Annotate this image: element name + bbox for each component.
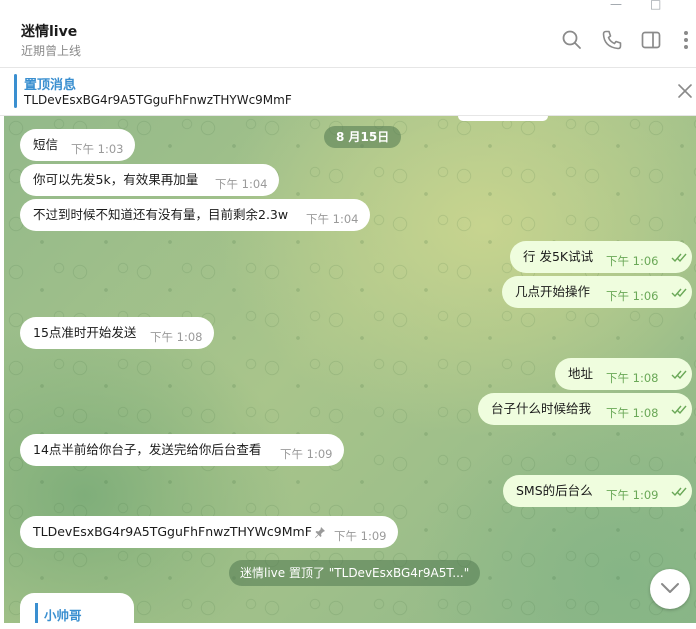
message-text: 行 发5K试试 (523, 249, 594, 264)
window-controls: — □ (0, 0, 696, 12)
message-text: 台子什么时候给我 (491, 401, 592, 416)
more-vertical-icon[interactable] (674, 28, 696, 52)
message-time: 下午 1:06 (606, 254, 659, 268)
chat-header: 迷情live 近期曾上线 (0, 12, 696, 68)
search-icon[interactable] (560, 28, 584, 52)
message-bubble-outgoing[interactable]: 台子什么时候给我 下午 1:08 (478, 393, 692, 425)
message-bubble-incoming[interactable]: 15点准时开始发送 下午 1:08 (20, 317, 214, 349)
message-text: 14点半前给你台子，发送完给你后台查看 (33, 442, 262, 457)
close-icon[interactable] (676, 82, 694, 100)
message-bubble-incoming[interactable]: 你可以先发5k，有效果再加量 下午 1:04 (20, 164, 279, 196)
message-bubble-incoming[interactable]: 短信 下午 1:03 (20, 129, 135, 161)
chat-status: 近期曾上线 (21, 44, 82, 58)
message-bubble-incoming[interactable]: 14点半前给你台子，发送完给你后台查看 下午 1:09 (20, 434, 344, 466)
pinned-text: TLDevEsxBG4r9A5TGguFhFnwzTHYWc9MmF (24, 93, 292, 107)
scroll-to-bottom-button[interactable] (650, 569, 690, 609)
read-ticks-icon (671, 405, 687, 415)
message-bubble-outgoing[interactable]: 行 发5K试试 下午 1:06 (510, 241, 692, 273)
message-bubble-incoming[interactable]: 不过到时候不知道还有没有量，目前剩余2.3w 下午 1:04 (20, 199, 370, 231)
message-time: 下午 1:08 (150, 330, 203, 344)
message-text: 短信 (33, 137, 59, 152)
chat-history[interactable]: 8 月15日 短信 下午 1:03 你可以先发5k，有效果再加量 下午 1:04… (4, 116, 696, 623)
pinned-message-bar[interactable]: 置顶消息 TLDevEsxBG4r9A5TGguFhFnwzTHYWc9MmF (0, 68, 696, 116)
message-text: 几点开始操作 (515, 284, 591, 299)
message-text: 地址 (568, 366, 594, 381)
message-time: 下午 1:09 (334, 529, 387, 543)
maximize-icon[interactable]: □ (650, 0, 661, 11)
read-ticks-icon (671, 253, 687, 263)
pinned-accent-bar (14, 74, 17, 108)
chevron-down-icon (661, 583, 679, 593)
read-ticks-icon (671, 487, 687, 497)
message-time: 下午 1:04 (306, 212, 359, 226)
message-text: 不过到时候不知道还有没有量，目前剩余2.3w (33, 207, 289, 222)
message-text: 你可以先发5k，有效果再加量 (33, 172, 199, 187)
sidebar-toggle-icon[interactable] (639, 28, 663, 52)
message-text: TLDevEsxBG4r9A5TGguFhFnwzTHYWc9MmF (33, 524, 312, 539)
phone-icon[interactable] (600, 28, 624, 52)
message-bubble-incoming[interactable]: TLDevEsxBG4r9A5TGguFhFnwzTHYWc9MmF 下午 1:… (20, 516, 398, 548)
sender-name: 小帅哥 (44, 608, 82, 623)
pinned-label: 置顶消息 (24, 78, 77, 93)
message-text: SMS的后台么 (516, 483, 593, 498)
message-text: 15点准时开始发送 (33, 325, 137, 340)
message-bubble-incoming[interactable]: 小帅哥 (20, 593, 134, 623)
message-time: 下午 1:04 (215, 177, 268, 191)
message-time: 下午 1:03 (71, 142, 124, 156)
message-time: 下午 1:08 (606, 371, 659, 385)
message-time: 下午 1:08 (606, 406, 659, 420)
message-bubble-outgoing[interactable]: 地址 下午 1:08 (555, 358, 692, 390)
message-time: 下午 1:06 (606, 289, 659, 303)
minimize-icon[interactable]: — (610, 0, 622, 11)
bubble-edge (458, 116, 548, 121)
chat-title[interactable]: 迷情live (21, 21, 77, 41)
message-bubble-outgoing[interactable]: 几点开始操作 下午 1:06 (502, 276, 692, 308)
service-message: 迷情live 置顶了 "TLDevEsxBG4r9A5T..." (229, 560, 481, 586)
composer-edge (0, 623, 696, 629)
message-bubble-outgoing[interactable]: SMS的后台么 下午 1:09 (503, 475, 692, 507)
message-time: 下午 1:09 (606, 488, 659, 502)
read-ticks-icon (671, 370, 687, 380)
reply-accent-bar (35, 603, 38, 623)
read-ticks-icon (671, 288, 687, 298)
message-time: 下午 1:09 (280, 447, 333, 461)
date-separator: 8 月15日 (324, 126, 402, 148)
pin-icon (315, 527, 325, 538)
